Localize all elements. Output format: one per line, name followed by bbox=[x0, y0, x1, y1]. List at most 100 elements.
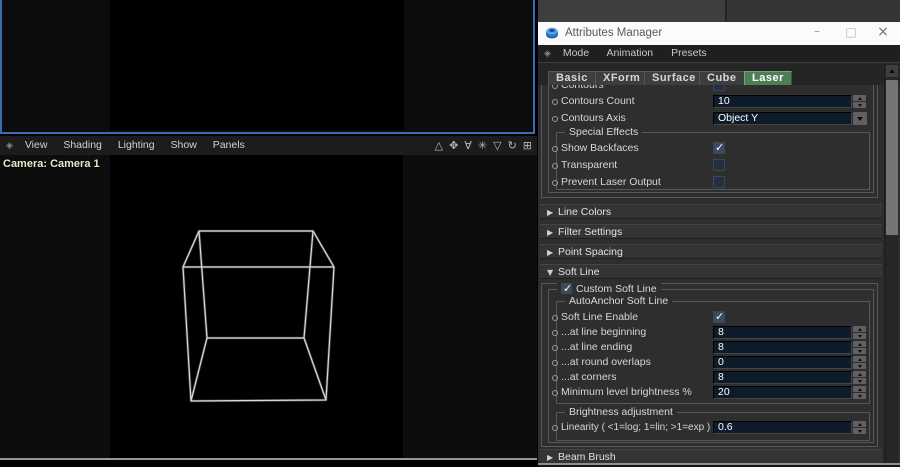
spin-up-button[interactable] bbox=[853, 95, 866, 101]
viewport-bottom-edge bbox=[0, 458, 537, 460]
param-label: ...at corners bbox=[561, 371, 616, 384]
viewport-menu-shading[interactable]: Shading bbox=[63, 139, 102, 151]
spin-down-button[interactable] bbox=[853, 378, 866, 384]
viewport-menu-show[interactable]: Show bbox=[171, 139, 197, 151]
at-round-overlaps-field[interactable]: 0 bbox=[713, 356, 852, 369]
param-dot-icon bbox=[552, 390, 558, 396]
contours-count-row: Contours Count 10 bbox=[538, 95, 884, 108]
section-soft-line[interactable]: ▼Soft Line bbox=[540, 264, 882, 279]
viewport-menu-panels[interactable]: Panels bbox=[213, 139, 245, 151]
transparent-checkbox[interactable] bbox=[713, 159, 725, 171]
spin-down-button[interactable] bbox=[853, 348, 866, 354]
close-button[interactable]: × bbox=[872, 24, 894, 40]
param-label: Prevent Laser Output bbox=[561, 176, 661, 189]
window-menubar: ◈ Mode Animation Presets bbox=[538, 45, 900, 62]
tab-xform[interactable]: XForm bbox=[595, 71, 648, 86]
show-backfaces-checkbox[interactable] bbox=[713, 142, 725, 154]
maximize-button[interactable]: □ bbox=[840, 25, 862, 39]
soft-line-enable-checkbox[interactable] bbox=[713, 311, 725, 323]
tab-laser[interactable]: Laser bbox=[744, 71, 792, 86]
minimum-level-brightness-row: Minimum level brightness % 20 bbox=[538, 386, 884, 399]
scroll-up-button[interactable] bbox=[886, 65, 898, 77]
minimize-button[interactable]: – bbox=[806, 24, 828, 38]
at-round-overlaps-row: ...at round overlaps 0 bbox=[538, 356, 884, 369]
warning-triangle-icon[interactable]: △ bbox=[435, 136, 443, 155]
scrollbar-thumb[interactable] bbox=[886, 80, 898, 235]
camera-viewport[interactable]: Camera: Camera 1 bbox=[0, 155, 537, 458]
tab-surface[interactable]: Surface bbox=[644, 71, 704, 86]
menu-animation[interactable]: Animation bbox=[606, 47, 653, 59]
top-viewport-render-area bbox=[110, 0, 404, 130]
spin-down-button[interactable] bbox=[853, 363, 866, 369]
spin-up-button[interactable] bbox=[853, 356, 866, 362]
param-dot-icon bbox=[552, 330, 558, 336]
viewport-grip-icon[interactable]: ◈ bbox=[6, 141, 13, 151]
layout-icon[interactable]: ⊞ bbox=[523, 136, 532, 155]
linearity-field[interactable]: 0.6 bbox=[713, 421, 852, 434]
menu-presets[interactable]: Presets bbox=[671, 47, 707, 59]
groupbox-title: AutoAnchor Soft Line bbox=[565, 295, 672, 308]
chevron-right-icon: ▶ bbox=[547, 206, 558, 219]
at-line-ending-field[interactable]: 8 bbox=[713, 341, 852, 354]
spin-up-button[interactable] bbox=[853, 341, 866, 347]
dropdown-value: Object Y bbox=[718, 112, 758, 124]
background-window-panel bbox=[727, 0, 900, 22]
param-label: Contours Count bbox=[561, 95, 635, 108]
window-titlebar[interactable]: Attributes Manager – □ × bbox=[538, 22, 900, 45]
tab-basic[interactable]: Basic bbox=[548, 71, 596, 86]
custom-soft-line-checkbox[interactable] bbox=[561, 283, 572, 294]
spin-up-button[interactable] bbox=[853, 421, 866, 427]
at-corners-field[interactable]: 8 bbox=[713, 371, 852, 384]
viewport-menu-view[interactable]: View bbox=[25, 139, 48, 151]
param-label: Transparent bbox=[561, 159, 617, 172]
contours-checkbox[interactable] bbox=[713, 85, 725, 91]
viewport-menu-lighting[interactable]: Lighting bbox=[118, 139, 155, 151]
field-value: 10 bbox=[718, 95, 730, 107]
rotate-icon[interactable]: ↻ bbox=[508, 136, 517, 155]
panel-scrollbar[interactable] bbox=[884, 64, 898, 463]
move-icon[interactable]: ✥ bbox=[449, 136, 458, 155]
prevent-laser-output-row: Prevent Laser Output bbox=[538, 176, 884, 189]
spin-down-button[interactable] bbox=[853, 102, 866, 108]
field-value: 8 bbox=[718, 341, 724, 353]
menu-mode[interactable]: Mode bbox=[563, 47, 589, 59]
spin-down-button[interactable] bbox=[853, 333, 866, 339]
menubar-grip-icon[interactable]: ◈ bbox=[544, 49, 551, 59]
param-dot-icon bbox=[552, 163, 558, 169]
spin-down-button[interactable] bbox=[853, 393, 866, 399]
window-title: Attributes Manager bbox=[565, 27, 662, 39]
tab-cube[interactable]: Cube bbox=[699, 71, 745, 86]
background-window-divider bbox=[725, 0, 727, 22]
axes-icon[interactable]: ∀ bbox=[464, 136, 472, 155]
param-dot-icon bbox=[552, 99, 558, 105]
section-line-colors[interactable]: ▶Line Colors bbox=[540, 204, 882, 219]
spin-up-button[interactable] bbox=[853, 386, 866, 392]
param-label: Soft Line Enable bbox=[561, 311, 638, 324]
section-beam-brush[interactable]: ▶Beam Brush bbox=[540, 449, 882, 463]
section-point-spacing[interactable]: ▶Point Spacing bbox=[540, 244, 882, 259]
param-label: ...at line beginning bbox=[561, 326, 646, 339]
param-label: Show Backfaces bbox=[561, 142, 639, 155]
linearity-spinner bbox=[853, 421, 866, 434]
at-line-beginning-row: ...at line beginning 8 bbox=[538, 326, 884, 339]
minimum-level-brightness-field[interactable]: 20 bbox=[713, 386, 852, 399]
spin-up-button[interactable] bbox=[853, 371, 866, 377]
soft-line-enable-row: Soft Line Enable bbox=[538, 311, 884, 324]
contours-axis-dropdown[interactable]: Object Y bbox=[713, 112, 852, 125]
transparent-row: Transparent bbox=[538, 159, 884, 172]
dropdown-arrow-button[interactable] bbox=[853, 112, 867, 125]
spin-down-button[interactable] bbox=[853, 428, 866, 434]
top-viewport[interactable] bbox=[0, 0, 535, 134]
at-line-beginning-spinner bbox=[853, 326, 866, 339]
chevron-right-icon: ▶ bbox=[547, 246, 558, 259]
at-line-beginning-field[interactable]: 8 bbox=[713, 326, 852, 339]
app-icon bbox=[545, 26, 559, 40]
param-label: Contours bbox=[561, 85, 604, 92]
spin-up-button[interactable] bbox=[853, 326, 866, 332]
prevent-laser-output-checkbox[interactable] bbox=[713, 176, 725, 188]
gimbal-icon[interactable]: ✳ bbox=[478, 136, 487, 155]
contours-count-field[interactable]: 10 bbox=[713, 95, 852, 108]
light-cone-icon[interactable]: ▽ bbox=[493, 136, 501, 155]
section-filter-settings[interactable]: ▶Filter Settings bbox=[540, 224, 882, 239]
param-dot-icon bbox=[552, 116, 558, 122]
